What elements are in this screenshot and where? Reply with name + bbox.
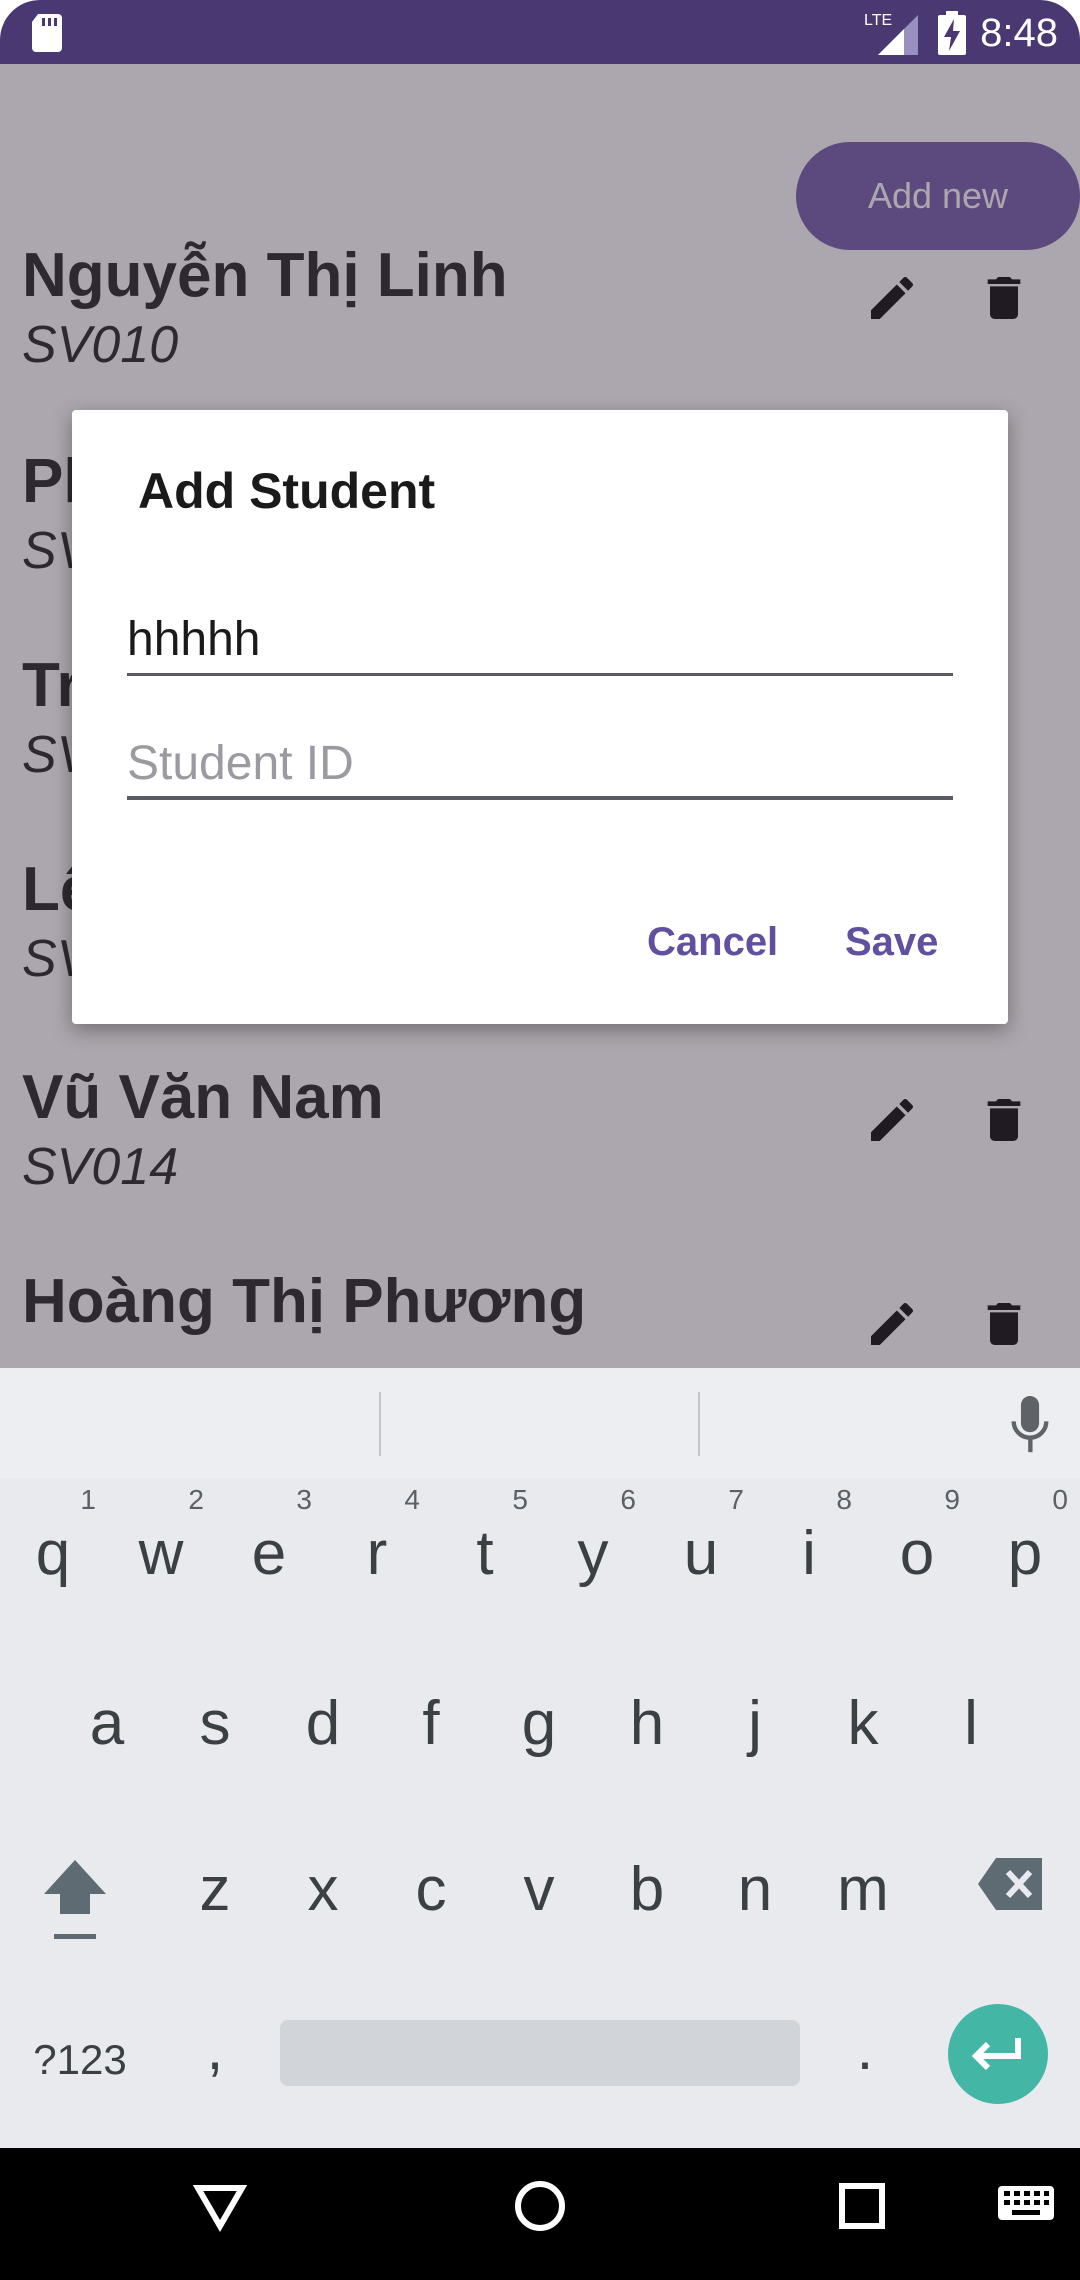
- period-key[interactable]: .: [820, 2014, 910, 2083]
- student-id-input[interactable]: Student ID: [127, 730, 953, 800]
- sd-card-icon: [32, 14, 62, 52]
- recents-icon[interactable]: [834, 2178, 890, 2234]
- key-q[interactable]: q1: [8, 1484, 98, 1589]
- status-icons: LTE 8:48: [864, 8, 1058, 58]
- key-k[interactable]: k: [818, 1688, 908, 1759]
- key-label: p: [1007, 1519, 1043, 1588]
- cancel-button[interactable]: Cancel: [647, 920, 778, 965]
- key-hint: 7: [728, 1484, 744, 1515]
- suggestion-divider: [379, 1392, 381, 1456]
- key-e[interactable]: e3: [224, 1484, 314, 1589]
- suggestion-divider: [698, 1392, 700, 1456]
- key-label: q: [35, 1519, 71, 1588]
- key-m[interactable]: m: [818, 1854, 908, 1925]
- keyboard-switch-icon[interactable]: [996, 2178, 1056, 2234]
- key-d[interactable]: d: [278, 1688, 368, 1759]
- key-r[interactable]: r4: [332, 1484, 422, 1589]
- key-hint: 3: [296, 1484, 312, 1515]
- key-hint: 6: [620, 1484, 636, 1515]
- key-f[interactable]: f: [386, 1688, 476, 1759]
- key-h[interactable]: h: [602, 1688, 692, 1759]
- microphone-icon[interactable]: [1008, 1396, 1052, 1454]
- battery-charging-icon: [938, 11, 967, 55]
- key-label: e: [251, 1519, 287, 1588]
- navigation-bar: [0, 2148, 1080, 2280]
- key-hint: 1: [80, 1484, 96, 1515]
- key-a[interactable]: a: [62, 1688, 152, 1759]
- key-s[interactable]: s: [170, 1688, 260, 1759]
- shift-icon: [44, 1860, 106, 1939]
- home-icon[interactable]: [512, 2178, 568, 2234]
- key-p[interactable]: p0: [980, 1484, 1070, 1589]
- key-label: r: [366, 1519, 388, 1588]
- key-hint: 2: [188, 1484, 204, 1515]
- soft-keyboard: q1 w2 e3 r4 t5 y6 u7 i8 o9 p0 a s d f g …: [0, 1368, 1080, 2148]
- key-l[interactable]: l: [926, 1688, 1016, 1759]
- key-y[interactable]: y6: [548, 1484, 638, 1589]
- key-n[interactable]: n: [710, 1854, 800, 1925]
- key-label: u: [683, 1519, 719, 1588]
- back-icon[interactable]: [192, 2178, 248, 2234]
- save-button[interactable]: Save: [845, 920, 938, 965]
- dialog-title: Add Student: [138, 463, 436, 519]
- key-w[interactable]: w2: [116, 1484, 206, 1589]
- clock: 8:48: [980, 10, 1058, 55]
- enter-key[interactable]: [948, 2004, 1048, 2104]
- key-hint: 0: [1052, 1484, 1068, 1515]
- shift-key[interactable]: [30, 1854, 120, 1959]
- key-c[interactable]: c: [386, 1854, 476, 1925]
- key-label: y: [577, 1519, 609, 1588]
- backspace-key[interactable]: [966, 1854, 1056, 1929]
- space-key[interactable]: [280, 2020, 800, 2086]
- key-t[interactable]: t5: [440, 1484, 530, 1589]
- key-label: o: [899, 1519, 935, 1588]
- add-student-dialog: Add Student hhhhh Student ID Cancel Save: [72, 410, 1008, 1024]
- key-x[interactable]: x: [278, 1854, 368, 1925]
- key-hint: 5: [512, 1484, 528, 1515]
- key-hint: 4: [404, 1484, 420, 1515]
- key-u[interactable]: u7: [656, 1484, 746, 1589]
- screen: LTE 8:48 Add new Nguyễn Thị Linh SV010 P…: [0, 0, 1080, 2280]
- key-label: t: [476, 1519, 494, 1588]
- key-label: i: [802, 1519, 816, 1588]
- key-i[interactable]: i8: [764, 1484, 854, 1589]
- key-hint: 9: [944, 1484, 960, 1515]
- student-name-input[interactable]: hhhhh: [127, 606, 953, 676]
- key-z[interactable]: z: [170, 1854, 260, 1925]
- key-v[interactable]: v: [494, 1854, 584, 1925]
- signal-icon: LTE: [864, 12, 919, 55]
- key-g[interactable]: g: [494, 1688, 584, 1759]
- network-type-label: LTE: [864, 12, 892, 29]
- suggestion-strip: [0, 1368, 1080, 1478]
- symbols-key[interactable]: ?123: [20, 2036, 140, 2084]
- comma-key[interactable]: ,: [170, 2014, 260, 2083]
- key-o[interactable]: o9: [872, 1484, 962, 1589]
- key-hint: 8: [836, 1484, 852, 1515]
- enter-icon: [971, 2038, 1021, 2071]
- key-b[interactable]: b: [602, 1854, 692, 1925]
- backspace-icon: [978, 1858, 1042, 1910]
- key-label: w: [138, 1519, 184, 1588]
- status-bar: LTE 8:48: [0, 0, 1080, 64]
- key-j[interactable]: j: [710, 1688, 800, 1759]
